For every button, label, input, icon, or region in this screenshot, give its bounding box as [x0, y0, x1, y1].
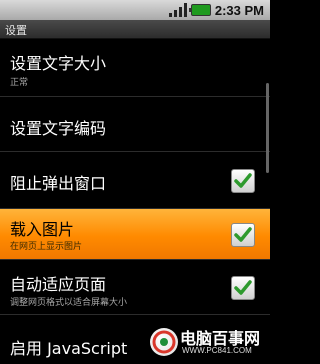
checkbox-checked[interactable]	[231, 276, 255, 300]
watermark-badge-icon	[150, 328, 178, 356]
page-title: 设置	[5, 24, 27, 37]
setting-title: 自动适应页面	[10, 275, 107, 294]
setting-summary: 在网页上显示图片	[10, 242, 83, 252]
setting-summary: 正常	[10, 78, 29, 88]
setting-text-size[interactable]: 设置文字大小 正常	[0, 39, 270, 97]
checkbox-checked[interactable]	[231, 223, 255, 247]
status-icons: 2:33 PM	[168, 2, 264, 18]
setting-text-encoding[interactable]: 设置文字编码	[0, 97, 270, 152]
setting-title: 载入图片	[10, 220, 75, 239]
setting-summary: 调整网页格式以适合屏幕大小	[10, 298, 128, 308]
signal-icon	[168, 3, 187, 17]
status-time: 2:33 PM	[214, 2, 264, 18]
settings-list: 设置文字大小 正常 设置文字编码 阻止弹出窗口 载入图片 在网页上显示图片 自动…	[0, 39, 270, 364]
check-icon	[234, 173, 252, 188]
setting-auto-fit-page[interactable]: 自动适应页面 调整网页格式以适合屏幕大小	[0, 260, 270, 315]
watermark-url: WWW.PC841.COM	[182, 346, 252, 355]
setting-title: 阻止弹出窗口	[10, 174, 107, 193]
setting-title: 设置文字编码	[10, 119, 107, 138]
title-bar: 设置	[0, 20, 270, 39]
status-bar: 2:33 PM	[0, 0, 270, 20]
setting-title: 启用 JavaScript	[10, 339, 128, 358]
check-icon	[234, 280, 252, 295]
setting-block-popups[interactable]: 阻止弹出窗口	[0, 152, 270, 209]
watermark-logo: 电脑百事网 WWW.PC841.COM	[150, 322, 268, 362]
setting-title: 设置文字大小	[10, 54, 107, 73]
battery-icon	[188, 4, 211, 16]
check-icon	[234, 227, 252, 242]
checkbox-checked[interactable]	[231, 169, 255, 193]
setting-load-images[interactable]: 载入图片 在网页上显示图片	[0, 209, 270, 260]
scrollbar[interactable]	[266, 83, 269, 173]
